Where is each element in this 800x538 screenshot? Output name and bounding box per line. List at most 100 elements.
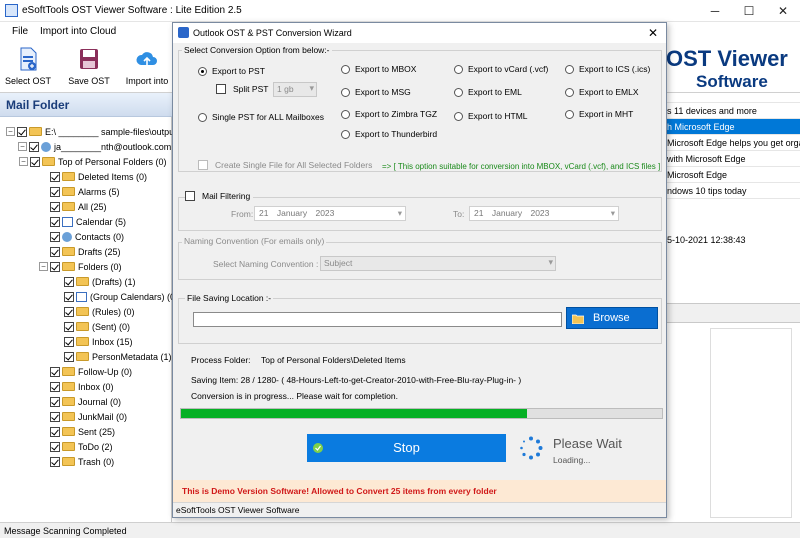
to-date-picker[interactable]: 21 January 2023 ▾ [469, 206, 619, 221]
checkbox-icon[interactable] [64, 321, 74, 332]
msg-label: Export to MSG [355, 87, 411, 97]
mail-filtering-checkbox[interactable] [185, 191, 195, 201]
naming-convention-label: Naming Convention (For emails only) [182, 236, 327, 246]
chevron-down-icon[interactable]: ▾ [398, 207, 402, 220]
menu-file[interactable]: File [12, 26, 28, 37]
split-pst-checkbox[interactable] [216, 84, 226, 94]
checkbox-icon[interactable] [50, 246, 60, 257]
export-ics-option[interactable]: Export to ICS (.ics) [565, 64, 650, 74]
checkbox-icon[interactable] [17, 126, 27, 137]
export-vcard-option[interactable]: Export to vCard (.vcf) [454, 64, 548, 74]
collapse-icon[interactable]: − [39, 262, 48, 271]
checkbox-icon[interactable] [50, 396, 60, 407]
collapse-icon[interactable]: − [19, 157, 28, 166]
dialog-title: Outlook OST & PST Conversion Wizard [193, 28, 352, 38]
checkbox-icon[interactable] [50, 426, 60, 437]
single-pst-option[interactable]: Single PST for ALL Mailboxes [198, 112, 324, 122]
checkbox-icon[interactable] [50, 201, 60, 212]
collapse-icon[interactable]: − [6, 127, 15, 136]
export-emlx-option[interactable]: Export to EMLX [565, 87, 639, 97]
mail-filtering-toggle[interactable]: Mail Filtering [185, 191, 254, 201]
checkbox-icon[interactable] [50, 171, 60, 182]
stop-button[interactable]: Stop [307, 434, 506, 462]
naming-convention-dropdown[interactable]: Subject [320, 256, 556, 271]
radio-icon[interactable] [565, 109, 574, 119]
export-mbox-option[interactable]: Export to MBOX [341, 64, 416, 74]
tree-folder-label: Drafts (25) [78, 246, 121, 257]
chevron-down-icon[interactable]: ▾ [611, 207, 615, 220]
export-thunderbird-option[interactable]: Export to Thunderbird [341, 129, 437, 139]
import-cloud-button[interactable]: Import into [122, 41, 172, 93]
checkbox-icon[interactable] [50, 261, 60, 272]
mail-folder-header: Mail Folder [0, 93, 172, 117]
create-single-file-option[interactable]: Create Single File for All Selected Fold… [198, 160, 372, 170]
checkbox-icon[interactable] [50, 411, 60, 422]
dialog-close-button[interactable]: ✕ [644, 24, 662, 42]
emlx-label: Export to EMLX [579, 87, 639, 97]
folder-icon [62, 382, 75, 391]
radio-icon[interactable] [198, 112, 207, 122]
checkbox-icon[interactable] [50, 381, 60, 392]
radio-icon[interactable] [454, 64, 463, 74]
tree-folder-label: Sent (25) [78, 426, 116, 437]
split-size-dropdown[interactable]: 1 gb [273, 82, 317, 97]
export-pst-option[interactable]: Export to PST [198, 66, 265, 76]
checkbox-icon[interactable] [50, 186, 60, 197]
radio-icon[interactable] [341, 109, 350, 119]
menu-import-cloud[interactable]: Import into Cloud [40, 26, 116, 37]
radio-icon[interactable] [454, 111, 463, 121]
checkbox-icon[interactable] [29, 141, 39, 152]
radio-icon[interactable] [565, 87, 574, 97]
dialog-title-bar: Outlook OST & PST Conversion Wizard ✕ [173, 23, 666, 43]
tree-folder-label: Trash (0) [78, 456, 115, 467]
checkbox-icon[interactable] [64, 306, 74, 317]
split-size-value: 1 gb [273, 82, 317, 97]
folder-icon [572, 314, 584, 324]
checkbox-icon[interactable] [64, 336, 74, 347]
progress-bar [180, 408, 663, 419]
export-mht-option[interactable]: Export in MHT [565, 109, 633, 119]
maximize-button[interactable]: ☐ [732, 0, 766, 22]
checkbox-icon[interactable] [64, 276, 74, 287]
file-add-icon [20, 47, 37, 71]
checkbox-icon[interactable] [64, 291, 74, 302]
radio-icon[interactable] [341, 64, 350, 74]
select-ost-button[interactable]: Select OST [4, 41, 52, 93]
export-html-option[interactable]: Export to HTML [454, 111, 528, 121]
tree-folder-label: All (25) [78, 201, 107, 212]
split-pst-option[interactable]: Split PST [216, 84, 268, 94]
radio-icon[interactable] [341, 87, 350, 97]
tree-account-label: ja________nth@outlook.com.pst [54, 141, 186, 152]
create-single-checkbox[interactable] [198, 160, 208, 170]
checkbox-icon[interactable] [50, 216, 60, 227]
checkbox-icon[interactable] [50, 456, 60, 467]
save-ost-button[interactable]: Save OST [66, 41, 112, 93]
message-date: 5-10-2021 12:38:43 [667, 235, 746, 245]
from-date-picker[interactable]: 21 January 2023 ▾ [254, 206, 406, 221]
save-path-input[interactable] [193, 312, 562, 327]
checkbox-icon[interactable] [30, 156, 40, 167]
checkbox-icon[interactable] [50, 441, 60, 452]
logo-subtitle: Software [696, 72, 768, 91]
radio-icon[interactable] [341, 129, 350, 139]
radio-selected-icon[interactable] [198, 66, 207, 76]
tree-folder-label: Follow-Up (0) [78, 366, 133, 377]
radio-icon[interactable] [454, 87, 463, 97]
mail-folder-panel: Mail Folder − E:\ ________ sample-files\… [0, 93, 207, 523]
collapse-icon[interactable]: − [18, 142, 27, 151]
minimize-button[interactable]: ─ [698, 0, 732, 22]
folder-icon [62, 202, 75, 211]
export-zimbra-option[interactable]: Export to Zimbra TGZ [341, 109, 437, 119]
file-saving-label: File Saving Location :- [185, 293, 274, 303]
save-ost-label: Save OST [68, 76, 110, 86]
folder-icon [42, 157, 55, 166]
checkbox-icon[interactable] [50, 231, 60, 242]
export-msg-option[interactable]: Export to MSG [341, 87, 411, 97]
export-eml-option[interactable]: Export to EML [454, 87, 522, 97]
checkbox-icon[interactable] [50, 366, 60, 377]
browse-button[interactable]: Browse [566, 307, 658, 329]
checkbox-icon[interactable] [64, 351, 74, 362]
close-window-button[interactable]: ✕ [766, 0, 800, 22]
radio-icon[interactable] [565, 64, 574, 74]
create-single-label: Create Single File for All Selected Fold… [215, 160, 373, 170]
